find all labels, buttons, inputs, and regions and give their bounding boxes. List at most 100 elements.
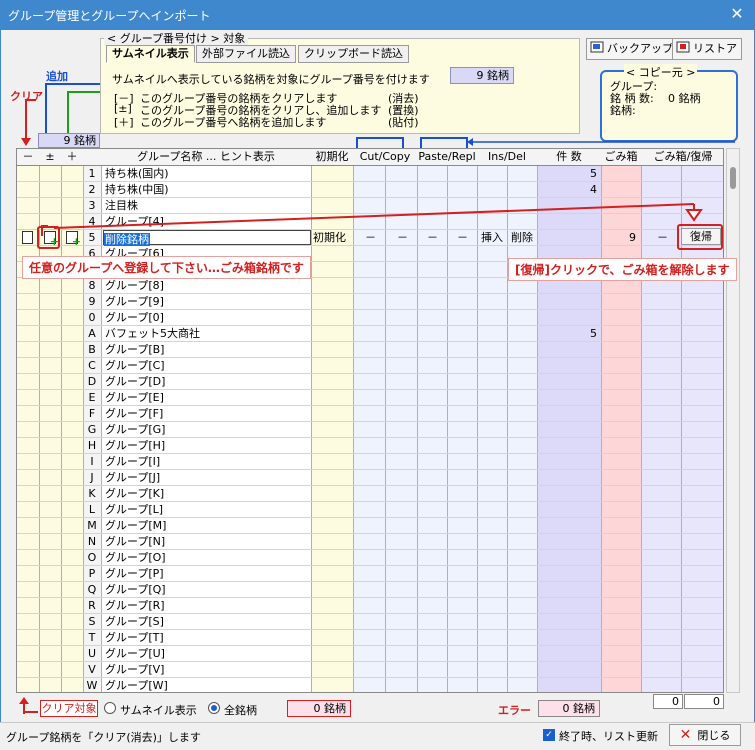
group-numbering-count: 9 銘柄	[450, 67, 514, 84]
col-header-paste: Paste/Repl	[417, 149, 477, 166]
col-header-insdel: Ins/Del	[477, 149, 537, 166]
row-key: 1	[88, 167, 96, 180]
row-key: H	[87, 439, 97, 452]
restore-icon	[676, 41, 691, 54]
copy-source-count-value: 0 銘柄	[668, 92, 701, 105]
group-numbering-title: < グループ番号付け > 対象	[104, 30, 249, 46]
col-header-trash: ごみ箱	[601, 149, 641, 166]
close-icon: ✕	[679, 727, 692, 743]
annotation-arrow	[41, 203, 703, 236]
row-group-name[interactable]: グループ[W]	[105, 678, 168, 692]
tab-external-file[interactable]: 外部ファイル読込	[196, 45, 296, 63]
row-group-name[interactable]: グループ[E]	[105, 390, 164, 405]
col-header-plus[interactable]: ＋	[61, 149, 83, 166]
total-count-box: 9 銘柄	[38, 133, 100, 148]
error-label: エラー	[498, 704, 531, 717]
callout-right: [復帰]クリックで、ごみ箱を解除します	[508, 258, 737, 281]
option-add-text: このグループ番号へ銘柄を追加します	[140, 116, 327, 129]
row-key: M	[87, 519, 97, 532]
callout-left: 任意のグループへ登録して下さい…ごみ箱銘柄です	[22, 256, 311, 279]
row-key: 0	[88, 311, 96, 324]
row-key: U	[87, 647, 97, 660]
row-group-name[interactable]: グループ[L]	[105, 502, 163, 517]
radio-thumbnail[interactable]	[104, 702, 116, 714]
tab-clipboard[interactable]: クリップボード読込	[298, 45, 409, 63]
row-key: E	[88, 391, 96, 404]
row-group-name[interactable]: グループ[D]	[105, 374, 165, 389]
copy-source-stock-label: 銘柄:	[610, 104, 636, 117]
scroll-thumb[interactable]	[730, 167, 736, 189]
clear-target-label: クリア対象	[40, 700, 98, 717]
tab-thumbnail[interactable]: サムネイル表示	[106, 45, 195, 63]
radio-all-stocks-label[interactable]: 全銘柄	[224, 702, 257, 718]
col-header-count: 件 数	[537, 149, 601, 166]
backup-label: バックアップ	[607, 42, 673, 55]
row-group-name[interactable]: グループ[Q]	[105, 582, 166, 597]
restore-list-button[interactable]: リストア	[672, 38, 742, 60]
row-key: L	[88, 503, 96, 516]
restore-highlight	[677, 224, 723, 250]
row-group-name[interactable]: グループ[T]	[105, 630, 164, 645]
backup-button[interactable]: バックアップ	[586, 38, 678, 60]
row-key: S	[88, 615, 96, 628]
row-key: Q	[87, 583, 97, 596]
status-text: グループ銘柄を「クリア(消去)」します	[6, 731, 201, 744]
col-header-group-name: グループ名称 ... ヒント表示	[101, 149, 311, 166]
row-key: J	[90, 471, 94, 484]
row-group-name[interactable]: グループ[N]	[105, 534, 165, 549]
radio-all-stocks[interactable]	[208, 702, 220, 714]
row-key: V	[88, 663, 96, 676]
update-on-exit-checkbox[interactable]: ✓	[543, 729, 555, 741]
clear-count-box: 0 銘柄	[287, 700, 351, 717]
close-button[interactable]: ✕ 閉じる	[669, 724, 741, 746]
option-add-key: [＋]	[114, 116, 134, 129]
row-group-name[interactable]: グループ[U]	[105, 646, 165, 661]
sum-box-a: 0	[653, 694, 683, 709]
backup-icon	[590, 41, 605, 54]
row-key: R	[88, 599, 96, 612]
row-group-name[interactable]: グループ[F]	[105, 406, 163, 421]
option-add-mode: (貼付)	[388, 116, 419, 129]
row-group-name[interactable]: グループ[K]	[105, 486, 164, 501]
row-group-name[interactable]: グループ[O]	[105, 550, 166, 565]
row-key: B	[88, 343, 96, 356]
row-group-name[interactable]: グループ[H]	[105, 438, 165, 453]
group-numbering-description: サムネイルへ表示している銘柄を対象にグループ番号を付けます	[112, 73, 430, 86]
update-on-exit-label[interactable]: 終了時、リスト更新	[559, 728, 658, 744]
col-header-plusminus[interactable]: ±	[39, 149, 61, 166]
window-close-button[interactable]: ✕	[727, 4, 747, 24]
row-key: O	[87, 551, 97, 564]
row-group-name[interactable]: グループ[8]	[105, 278, 164, 293]
row-key: 9	[88, 295, 96, 308]
row-count: 5	[590, 167, 597, 180]
row-group-name[interactable]: グループ[9]	[105, 294, 164, 309]
col-header-restore: ごみ箱/復帰	[641, 149, 723, 166]
row-group-name[interactable]: グループ[J]	[105, 470, 160, 485]
row-group-name[interactable]: グループ[V]	[105, 662, 164, 677]
add-icon-highlight	[37, 226, 60, 249]
col-header-minus[interactable]: －	[17, 149, 39, 166]
window-title: グループ管理とグループへインポート	[8, 9, 211, 23]
row-group-name[interactable]: グループ[M]	[105, 518, 166, 533]
row-key: C	[88, 359, 96, 372]
row-group-name[interactable]: グループ[S]	[105, 614, 164, 629]
row-group-name[interactable]: グループ[R]	[105, 598, 165, 613]
title-bar: グループ管理とグループへインポート ✕	[0, 0, 755, 30]
close-button-label: 閉じる	[697, 729, 731, 742]
row-group-name[interactable]: バフェット5大商社	[105, 326, 200, 341]
clear-arrow-icon	[19, 697, 38, 714]
row-group-name[interactable]: 持ち株(国内)	[105, 166, 169, 181]
row-group-name[interactable]: グループ[C]	[105, 358, 165, 373]
row-key: A	[88, 327, 96, 340]
restore-list-label: リストア	[693, 42, 737, 55]
row-key: T	[88, 631, 96, 644]
row-group-name[interactable]: グループ[0]	[105, 310, 164, 325]
row-key: K	[88, 487, 96, 500]
row-group-name[interactable]: グループ[P]	[105, 566, 164, 581]
row-key: D	[87, 375, 97, 388]
radio-thumbnail-label[interactable]: サムネイル表示	[120, 702, 197, 718]
row-group-name[interactable]: グループ[G]	[105, 422, 165, 437]
row-group-name[interactable]: グループ[I]	[105, 454, 160, 469]
row-group-name[interactable]: グループ[B]	[105, 342, 164, 357]
row-key: I	[90, 455, 94, 468]
